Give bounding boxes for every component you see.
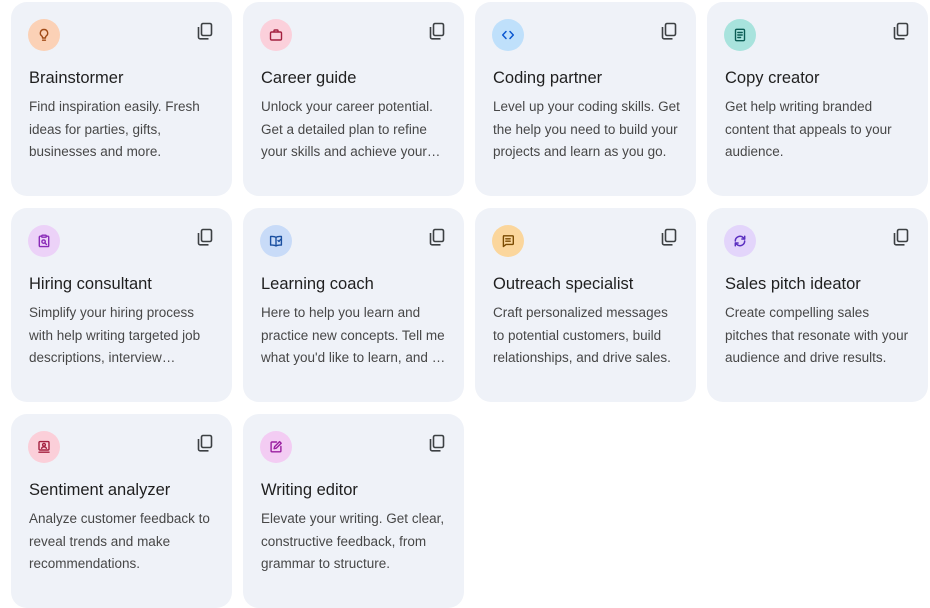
cycle-arrows-icon [734, 235, 746, 247]
gem-card-writing-editor[interactable]: Writing editor Elevate your writing. Get… [243, 414, 464, 608]
gem-description: Level up your coding skills. Get the hel… [493, 99, 680, 159]
gem-card-sentiment-analyzer[interactable]: Sentiment analyzer Analyze customer feed… [11, 414, 232, 608]
gem-description: Find inspiration easily. Fresh ideas for… [29, 99, 200, 159]
gem-icon-badge [260, 19, 292, 51]
gem-card-coding-partner[interactable]: Coding partner Level up your coding skil… [475, 2, 696, 196]
gem-title: Copy creator [725, 69, 820, 87]
feedback-icon [38, 440, 50, 453]
gem-title: Career guide [261, 69, 357, 87]
copy-button[interactable] [194, 20, 216, 42]
copy-icon [429, 434, 445, 452]
gem-title: Writing editor [261, 481, 358, 499]
gem-card-outreach-specialist[interactable]: Outreach specialist Craft personalized m… [475, 208, 696, 402]
gem-title: Brainstormer [29, 69, 124, 87]
copy-button[interactable] [426, 20, 448, 42]
gem-description: Analyze customer feedback to reveal tren… [29, 511, 210, 571]
document-icon [734, 28, 746, 42]
gem-title: Sales pitch ideator [725, 275, 861, 293]
gem-card-copy-creator[interactable]: Copy creator Get help writing branded co… [707, 2, 928, 196]
gem-icon-badge [724, 225, 756, 257]
gem-title: Outreach specialist [493, 275, 634, 293]
gem-icon-badge [260, 431, 292, 463]
gem-icon-badge [260, 225, 292, 257]
copy-icon [429, 228, 445, 246]
gem-card-hiring-consultant[interactable]: Hiring consultant Simplify your hiring p… [11, 208, 232, 402]
gem-title: Sentiment analyzer [29, 481, 171, 499]
gem-icon-badge [28, 225, 60, 257]
gem-grid: Brainstormer Find inspiration easily. Fr… [11, 2, 928, 608]
gem-description: Create compelling sales pitches that res… [725, 305, 909, 365]
copy-icon [661, 22, 677, 40]
gem-icon-badge [492, 19, 524, 51]
message-icon [502, 235, 514, 248]
gem-icon-badge [492, 225, 524, 257]
gem-card-learning-coach[interactable]: Learning coach Here to help you learn an… [243, 208, 464, 402]
copy-icon [197, 434, 213, 452]
edit-icon [270, 440, 282, 453]
gem-card-sales-pitch-ideator[interactable]: Sales pitch ideator Create compelling sa… [707, 208, 928, 402]
gem-icon-badge [28, 431, 60, 463]
book-icon [269, 235, 283, 247]
gem-title: Coding partner [493, 69, 603, 87]
copy-icon [197, 22, 213, 40]
gem-description: Elevate your writing. Get clear, constru… [261, 511, 445, 571]
gem-description: Craft personalized messages to potential… [493, 305, 671, 365]
lightbulb-icon [39, 28, 49, 41]
gem-description: Unlock your career potential. Get a deta… [261, 99, 433, 159]
copy-button[interactable] [890, 226, 912, 248]
copy-button[interactable] [194, 432, 216, 454]
copy-button[interactable] [658, 20, 680, 42]
copy-icon [661, 228, 677, 246]
gem-title: Hiring consultant [29, 275, 152, 293]
copy-icon [429, 22, 445, 40]
clipboard-search-icon [38, 234, 50, 248]
gem-card-brainstormer[interactable]: Brainstormer Find inspiration easily. Fr… [11, 2, 232, 196]
copy-button[interactable] [194, 226, 216, 248]
gem-description: Get help writing branded content that ap… [725, 99, 892, 159]
gem-card-career-guide[interactable]: Career guide Unlock your career potentia… [243, 2, 464, 196]
code-icon [501, 30, 515, 40]
copy-icon [893, 22, 909, 40]
copy-icon [893, 228, 909, 246]
copy-button[interactable] [426, 226, 448, 248]
gem-title: Learning coach [261, 275, 374, 293]
briefcase-icon [269, 29, 283, 41]
gem-description: Simplify your hiring process with help w… [29, 305, 201, 365]
copy-button[interactable] [890, 20, 912, 42]
gem-icon-badge [28, 19, 60, 51]
gem-description: Here to help you learn and practice new … [261, 305, 445, 365]
copy-icon [197, 228, 213, 246]
gem-icon-badge [724, 19, 756, 51]
copy-button[interactable] [426, 432, 448, 454]
copy-button[interactable] [658, 226, 680, 248]
